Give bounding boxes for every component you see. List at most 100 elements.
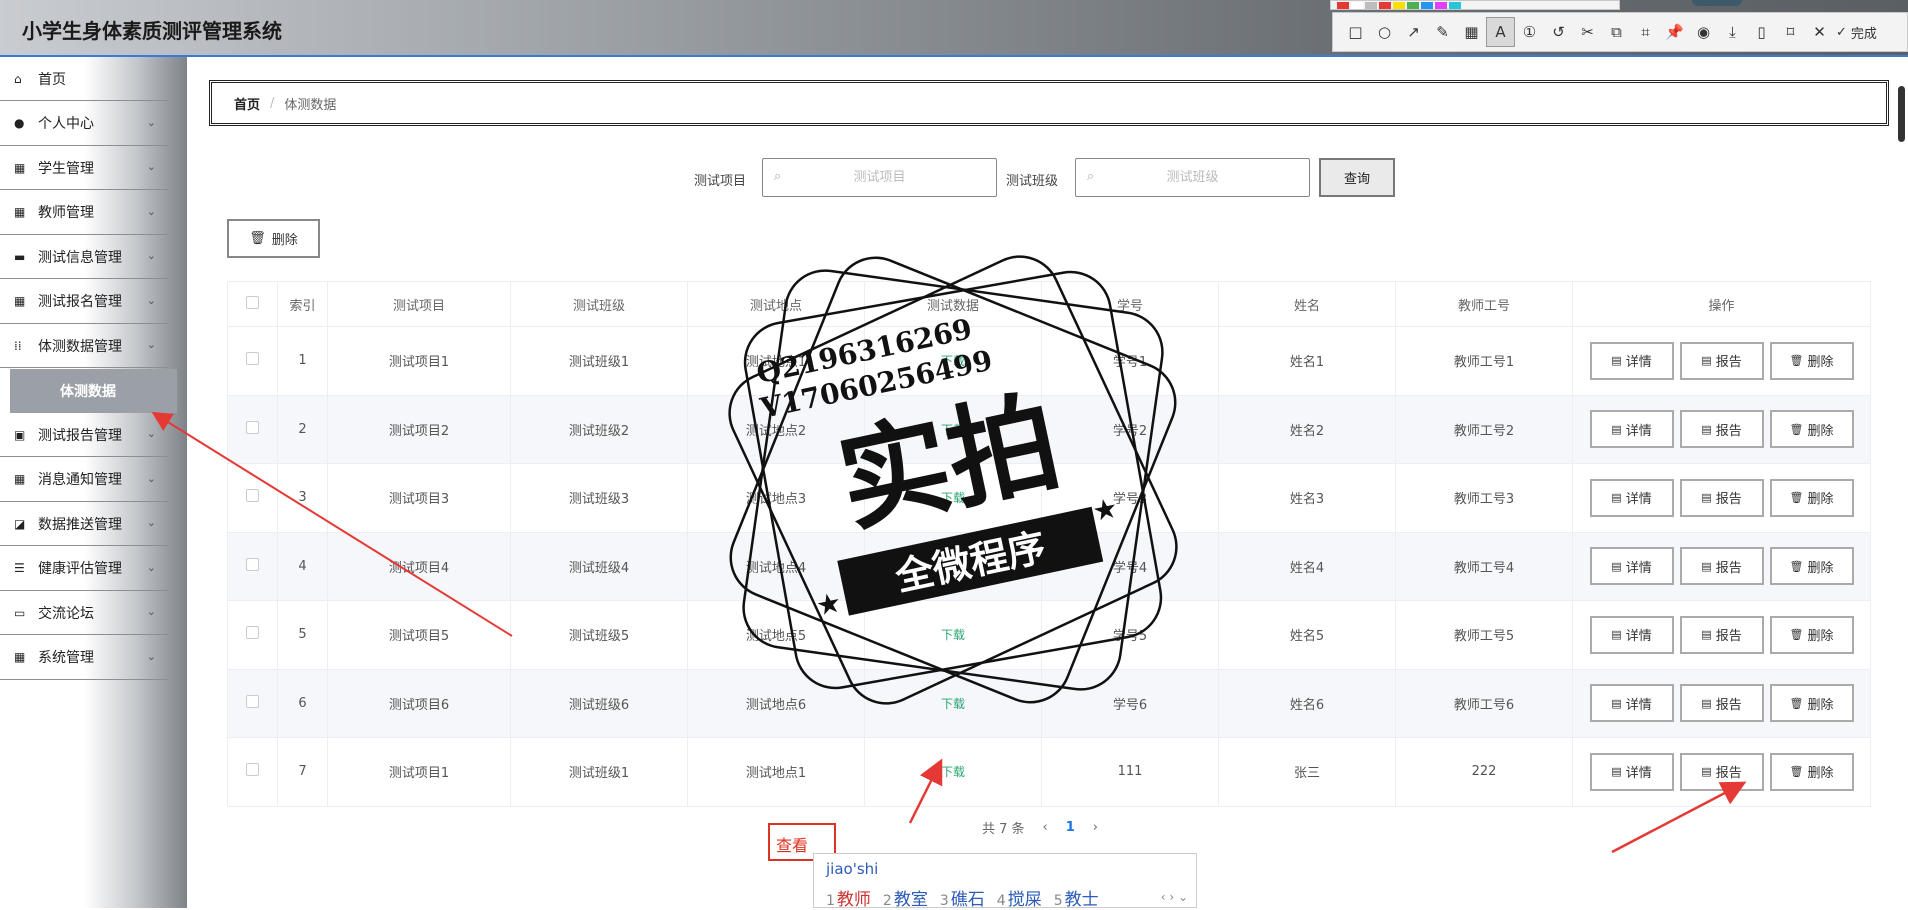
mosaic-tool-icon[interactable]: ▦ bbox=[1457, 17, 1486, 47]
table-row[interactable]: 4 测试项目4 测试班级4 测试地点4 下载 学号4 姓名4 教师工号4 ▤ 详情 ▤ 报告 🗑 删除 bbox=[227, 531, 1871, 601]
color-swatch[interactable] bbox=[1449, 1, 1461, 9]
row-delete-button[interactable]: 🗑 删除 bbox=[1769, 410, 1854, 449]
row-delete-button[interactable]: 🗑 删除 bbox=[1769, 478, 1854, 517]
sidebar-item[interactable]: ◪ 数据推送管理 ⌄ bbox=[0, 502, 168, 546]
download-link[interactable]: 下载 bbox=[941, 628, 965, 642]
sidebar-item[interactable]: ▣ 测试报告管理 ⌄ bbox=[0, 413, 168, 457]
row-checkbox[interactable] bbox=[246, 420, 259, 434]
sidebar-item[interactable]: ● 个人中心 ⌄ bbox=[0, 102, 168, 146]
report-button[interactable]: ▤ 报告 bbox=[1679, 615, 1764, 654]
arrow-tool-icon[interactable]: ↗ bbox=[1399, 17, 1428, 47]
color-swatch[interactable] bbox=[1365, 1, 1377, 9]
sidebar-item[interactable]: ▦ 学生管理 ⌄ bbox=[0, 146, 168, 190]
table-row[interactable]: 2 测试项目2 测试班级2 测试地点2 下载 学号2 姓名2 教师工号2 ▤ 详情 ▤ 报告 🗑 删除 bbox=[227, 394, 1871, 464]
translate-icon[interactable]: ⌗ bbox=[1631, 17, 1660, 47]
row-checkbox[interactable] bbox=[246, 352, 259, 366]
row-checkbox[interactable] bbox=[246, 557, 259, 571]
color-swatch[interactable] bbox=[1435, 1, 1447, 9]
download-link[interactable]: 下载 bbox=[941, 560, 965, 574]
table-row[interactable]: 7 测试项目1 测试班级1 测试地点1 下载 111 张三 222 ▤ 详情 ▤ 报告 🗑 删除 bbox=[227, 737, 1871, 807]
row-checkbox[interactable] bbox=[246, 626, 259, 640]
report-button[interactable]: ▤ 报告 bbox=[1679, 684, 1764, 723]
row-checkbox[interactable] bbox=[246, 694, 259, 708]
scrollbar[interactable] bbox=[1898, 86, 1905, 142]
pen-tool-icon[interactable]: ✎ bbox=[1428, 17, 1457, 47]
report-button[interactable]: ▤ 报告 bbox=[1679, 478, 1764, 517]
detail-button[interactable]: ▤ 详情 bbox=[1589, 684, 1674, 723]
color-swatch[interactable] bbox=[1351, 1, 1363, 9]
text-tool-icon[interactable]: A bbox=[1486, 17, 1515, 47]
detail-button[interactable]: ▤ 详情 bbox=[1589, 478, 1674, 517]
breadcrumb-home[interactable]: 首页 bbox=[234, 94, 260, 113]
ocr-icon[interactable]: ⧉ bbox=[1602, 17, 1631, 47]
row-delete-button[interactable]: 🗑 删除 bbox=[1769, 341, 1854, 380]
download-link[interactable]: 下载 bbox=[941, 423, 965, 437]
ime-candidate[interactable]: 4 搅屎 bbox=[997, 885, 1042, 910]
pin-icon[interactable]: 📌 bbox=[1660, 17, 1689, 47]
color-swatch[interactable] bbox=[1337, 1, 1349, 9]
row-checkbox[interactable] bbox=[246, 763, 259, 777]
report-button[interactable]: ▤ 报告 bbox=[1679, 341, 1764, 380]
report-button[interactable]: ▤ 报告 bbox=[1679, 752, 1764, 791]
close-icon[interactable]: ✕ bbox=[1805, 17, 1834, 47]
download-link[interactable]: 下载 bbox=[941, 765, 965, 779]
prev-page-button[interactable]: ‹ bbox=[1043, 820, 1048, 835]
table-row[interactable]: 1 测试项目1 测试班级1 测试地点1 下载 学号1 姓名1 教师工号1 ▤ 详情 ▤ 报告 🗑 删除 bbox=[227, 326, 1871, 396]
row-delete-button[interactable]: 🗑 删除 bbox=[1769, 547, 1854, 586]
scissors-icon[interactable]: ✂ bbox=[1573, 17, 1602, 47]
download-icon[interactable]: ⤓ bbox=[1718, 17, 1747, 47]
ime-nav[interactable]: ‹ › ⌄ bbox=[1161, 890, 1188, 904]
color-swatch[interactable] bbox=[1407, 1, 1419, 9]
detail-button[interactable]: ▤ 详情 bbox=[1589, 615, 1674, 654]
phone-icon[interactable]: ▯ bbox=[1747, 17, 1776, 47]
sidebar-item[interactable]: ▭ 交流论坛 ⌄ bbox=[0, 591, 168, 635]
ime-candidate[interactable]: 1 教师 bbox=[826, 885, 871, 910]
ellipse-tool-icon[interactable]: ○ bbox=[1370, 17, 1399, 47]
sidebar-item[interactable]: ▦ 系统管理 ⌄ bbox=[0, 636, 168, 680]
undo-icon[interactable]: ↺ bbox=[1544, 17, 1573, 47]
download-link[interactable]: 下载 bbox=[941, 491, 965, 505]
color-palette[interactable] bbox=[1330, 0, 1620, 10]
rectangle-tool-icon[interactable]: □ bbox=[1341, 17, 1370, 47]
select-all-checkbox[interactable] bbox=[246, 295, 259, 309]
download-link[interactable]: 下载 bbox=[941, 354, 965, 368]
color-swatch[interactable] bbox=[1421, 1, 1433, 9]
download-link[interactable]: 下载 bbox=[941, 697, 965, 711]
sidebar-item[interactable]: ▦ 教师管理 ⌄ bbox=[0, 191, 168, 235]
report-button[interactable]: ▤ 报告 bbox=[1679, 410, 1764, 449]
sidebar-item[interactable]: ☰ 健康评估管理 ⌄ bbox=[0, 547, 168, 591]
table-row[interactable]: 5 测试项目5 测试班级5 测试地点5 下载 学号5 姓名5 教师工号5 ▤ 详情 ▤ 报告 🗑 删除 bbox=[227, 600, 1871, 670]
row-delete-button[interactable]: 🗑 删除 bbox=[1769, 684, 1854, 723]
detail-button[interactable]: ▤ 详情 bbox=[1589, 341, 1674, 380]
detail-button[interactable]: ▤ 详情 bbox=[1589, 410, 1674, 449]
search-item-input[interactable] bbox=[763, 170, 996, 185]
search-class-input[interactable] bbox=[1076, 170, 1309, 185]
ime-candidate[interactable]: 2 教室 bbox=[883, 885, 928, 910]
sidebar-item[interactable]: ▦ 测试报名管理 ⌄ bbox=[0, 280, 168, 324]
search-item-field[interactable]: ⌕ bbox=[762, 158, 997, 197]
table-row[interactable]: 6 测试项目6 测试班级6 测试地点6 下载 学号6 姓名6 教师工号6 ▤ 详情 ▤ 报告 🗑 删除 bbox=[227, 668, 1871, 738]
sidebar-item[interactable]: ⁞⁞ 体测数据管理 ⌄ bbox=[0, 324, 168, 368]
done-button[interactable]: ✓ 完成 bbox=[1836, 23, 1877, 42]
row-delete-button[interactable]: 🗑 删除 bbox=[1769, 615, 1854, 654]
search-class-field[interactable]: ⌕ bbox=[1075, 158, 1310, 197]
ime-candidate[interactable]: 5 教士 bbox=[1054, 885, 1099, 910]
ime-candidate[interactable]: 3 礁石 bbox=[940, 885, 985, 910]
sidebar-item[interactable]: ▬ 测试信息管理 ⌄ bbox=[0, 235, 168, 279]
detail-button[interactable]: ▤ 详情 bbox=[1589, 752, 1674, 791]
number-tool-icon[interactable]: ① bbox=[1515, 17, 1544, 47]
table-row[interactable]: 3 测试项目3 测试班级3 测试地点3 下载 学号3 姓名3 教师工号3 ▤ 详情 ▤ 报告 🗑 删除 bbox=[227, 463, 1871, 533]
record-icon[interactable]: ◉ bbox=[1689, 17, 1718, 47]
color-swatch[interactable] bbox=[1393, 1, 1405, 9]
row-delete-button[interactable]: 🗑 删除 bbox=[1769, 752, 1854, 791]
row-checkbox[interactable] bbox=[246, 489, 259, 503]
color-swatch[interactable] bbox=[1379, 1, 1391, 9]
sidebar-item[interactable]: ▦ 消息通知管理 ⌄ bbox=[0, 458, 168, 502]
detail-button[interactable]: ▤ 详情 bbox=[1589, 547, 1674, 586]
bookmark-icon[interactable]: ⌑ bbox=[1776, 17, 1805, 47]
next-page-button[interactable]: › bbox=[1093, 820, 1098, 835]
sidebar-item[interactable]: ⌂ 首页 bbox=[0, 57, 168, 101]
query-button[interactable]: 查询 bbox=[1319, 158, 1395, 197]
current-page[interactable]: 1 bbox=[1066, 820, 1075, 835]
report-button[interactable]: ▤ 报告 bbox=[1679, 547, 1764, 586]
